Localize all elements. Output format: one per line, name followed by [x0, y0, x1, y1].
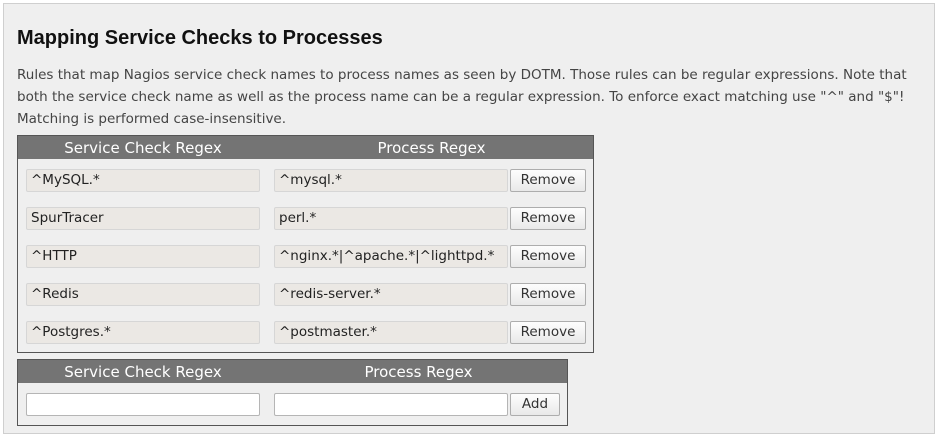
remove-button[interactable]: Remove [510, 283, 586, 306]
service-check-regex-field[interactable]: SpurTracer [26, 207, 260, 230]
process-regex-field[interactable]: ^nginx.*|^apache.*|^lighttpd.* [274, 245, 508, 268]
process-regex-field[interactable]: perl.* [274, 207, 508, 230]
mappings-table: Service Check Regex Process Regex ^MySQL… [17, 135, 594, 353]
service-check-regex-field[interactable]: ^Redis [26, 283, 260, 306]
table-row: SpurTracer perl.* Remove [18, 197, 593, 235]
header-service-check-regex: Service Check Regex [64, 139, 222, 157]
header-service-check-regex: Service Check Regex [64, 363, 222, 381]
header-process-regex: Process Regex [377, 139, 486, 157]
add-mapping-table-header: Service Check Regex Process Regex [18, 360, 567, 383]
remove-button[interactable]: Remove [510, 321, 586, 344]
remove-button[interactable]: Remove [510, 169, 586, 192]
remove-button[interactable]: Remove [510, 245, 586, 268]
table-row: ^Postgres.* ^postmaster.* Remove [18, 311, 593, 349]
mapping-panel: Mapping Service Checks to Processes Rule… [3, 3, 935, 434]
mappings-table-header: Service Check Regex Process Regex [18, 136, 593, 159]
add-mapping-table: Service Check Regex Process Regex Add [17, 359, 568, 426]
header-process-regex: Process Regex [364, 363, 473, 381]
page-description: Rules that map Nagios service check name… [17, 67, 907, 127]
new-process-regex-input[interactable] [274, 393, 508, 416]
table-row: ^HTTP ^nginx.*|^apache.*|^lighttpd.* Rem… [18, 235, 593, 273]
new-service-check-regex-input[interactable] [26, 393, 260, 416]
process-regex-field[interactable]: ^redis-server.* [274, 283, 508, 306]
service-check-regex-field[interactable]: ^MySQL.* [26, 169, 260, 192]
page-title: Mapping Service Checks to Processes [17, 27, 383, 49]
table-row: ^MySQL.* ^mysql.* Remove [18, 159, 593, 197]
table-row: ^Redis ^redis-server.* Remove [18, 273, 593, 311]
process-regex-field[interactable]: ^postmaster.* [274, 321, 508, 344]
add-button[interactable]: Add [510, 393, 560, 416]
remove-button[interactable]: Remove [510, 207, 586, 230]
add-mapping-row: Add [18, 383, 567, 421]
service-check-regex-field[interactable]: ^HTTP [26, 245, 260, 268]
process-regex-field[interactable]: ^mysql.* [274, 169, 508, 192]
service-check-regex-field[interactable]: ^Postgres.* [26, 321, 260, 344]
